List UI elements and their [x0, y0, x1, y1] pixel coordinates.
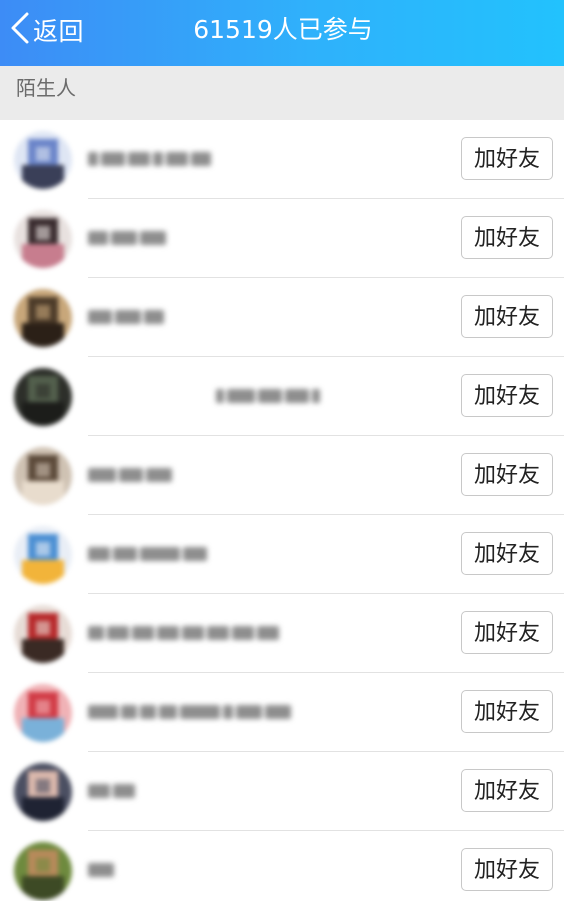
add-friend-button[interactable]: 加好友 — [461, 374, 553, 417]
title-bar: 返回 61519人已参与 — [0, 0, 564, 66]
section-header: 陌生人 — [0, 66, 564, 120]
list-item[interactable]: 加好友 — [0, 594, 564, 673]
avatar[interactable] — [14, 210, 72, 268]
avatar[interactable] — [14, 131, 72, 189]
add-friend-button[interactable]: 加好友 — [461, 769, 553, 812]
avatar[interactable] — [14, 763, 72, 821]
list-item[interactable]: 加好友 — [0, 436, 564, 515]
add-friend-button[interactable]: 加好友 — [461, 453, 553, 496]
participant-name-obscured — [216, 383, 323, 409]
add-friend-button[interactable]: 加好友 — [461, 611, 553, 654]
avatar[interactable] — [14, 368, 72, 426]
add-friend-button[interactable]: 加好友 — [461, 848, 553, 891]
list-item[interactable]: 加好友 — [0, 199, 564, 278]
participant-name-obscured — [88, 146, 214, 172]
list-item[interactable]: 加好友 — [0, 831, 564, 901]
add-friend-button[interactable]: 加好友 — [461, 690, 553, 733]
avatar[interactable] — [14, 447, 72, 505]
participant-name-obscured — [88, 304, 167, 330]
add-friend-button[interactable]: 加好友 — [461, 137, 553, 180]
page-title: 61519人已参与 — [193, 15, 373, 44]
list-item[interactable]: 加好友 — [0, 752, 564, 831]
add-friend-button[interactable]: 加好友 — [461, 216, 553, 259]
list-item[interactable]: 加好友 — [0, 357, 564, 436]
participant-list: 加好友 加好友 加好友 加好友 加好友 加好友 加好友 加好友 加好友 加好友 — [0, 120, 564, 901]
list-item[interactable]: 加好友 — [0, 515, 564, 594]
participant-name-obscured — [88, 699, 294, 725]
participant-name-obscured — [88, 541, 210, 567]
avatar[interactable] — [14, 842, 72, 900]
avatar[interactable] — [14, 526, 72, 584]
list-item[interactable]: 加好友 — [0, 278, 564, 357]
participant-name-obscured — [88, 620, 282, 646]
add-friend-button[interactable]: 加好友 — [461, 532, 553, 575]
avatar[interactable] — [14, 684, 72, 742]
participant-name-obscured — [88, 462, 175, 488]
avatar[interactable] — [14, 605, 72, 663]
section-label-strangers: 陌生人 — [16, 76, 76, 100]
add-friend-button[interactable]: 加好友 — [461, 295, 553, 338]
participant-name-obscured — [88, 857, 117, 883]
page: 返回 61519人已参与 陌生人 加好友 加好友 加好友 加好友 加好友 加好友 加好友 加好… — [0, 0, 564, 901]
list-item[interactable]: 加好友 — [0, 120, 564, 199]
participant-name-obscured — [88, 778, 138, 804]
avatar[interactable] — [14, 289, 72, 347]
list-item[interactable]: 加好友 — [0, 673, 564, 752]
participant-name-obscured — [88, 225, 169, 251]
